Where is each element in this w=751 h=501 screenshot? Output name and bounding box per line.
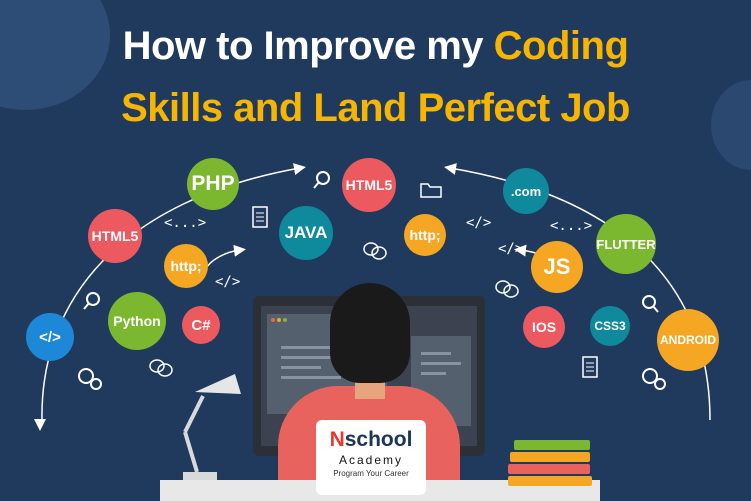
document-icon xyxy=(582,356,598,378)
logo-subtitle: Academy xyxy=(338,453,404,467)
gear-icon xyxy=(642,368,666,390)
book-stack xyxy=(508,440,594,488)
ios-bubble: IOS xyxy=(523,306,565,348)
logo-brand-rest: school xyxy=(344,428,413,451)
ios-label: IOS xyxy=(531,319,557,335)
document-icon xyxy=(252,206,268,228)
csharp-label: C# xyxy=(191,316,211,334)
com-label: .com xyxy=(510,183,542,199)
flutter-label: FLUTTER xyxy=(596,236,656,252)
js-label: JS xyxy=(543,254,571,279)
close-tag-symbol: </> xyxy=(466,215,492,231)
close-tag-symbol: </> xyxy=(498,241,524,257)
css3-label: CSS3 xyxy=(594,319,626,333)
python-label: Python xyxy=(113,313,161,329)
code-tag-bubble: </> xyxy=(26,313,74,361)
search-icon xyxy=(642,295,659,313)
html5-label: HTML5 xyxy=(345,177,393,193)
logo-brand: Nschool xyxy=(316,428,426,452)
chat-icon xyxy=(495,280,519,298)
php-bubble: PHP xyxy=(187,158,239,210)
book xyxy=(510,452,590,462)
java-label: JAVA xyxy=(284,223,328,242)
http-label: http; xyxy=(409,227,441,243)
book xyxy=(508,476,592,486)
android-label: ANDROID xyxy=(660,333,716,347)
code-tag-label: </> xyxy=(39,328,61,346)
book xyxy=(514,440,590,450)
logo-tagline: Program Your Career xyxy=(333,469,409,478)
com-bubble: .com xyxy=(503,168,549,214)
illustration-scene: How to Improve my Coding Skills and Land… xyxy=(0,0,751,501)
html5-bubble-top: HTML5 xyxy=(342,158,396,212)
tag-dots-symbol: <...> xyxy=(550,218,593,234)
js-bubble: JS xyxy=(531,241,583,293)
html5-label: HTML5 xyxy=(91,228,139,244)
flutter-bubble: FLUTTER xyxy=(596,214,656,274)
html5-bubble-left: HTML5 xyxy=(88,209,142,263)
desk-lamp-icon xyxy=(183,374,241,480)
java-bubble: JAVA xyxy=(279,206,333,260)
http-label: http; xyxy=(170,258,202,274)
python-bubble: Python xyxy=(108,292,166,350)
php-label: PHP xyxy=(191,172,235,195)
close-tag-symbol: </> xyxy=(215,274,241,290)
tag-dots-symbol: <...> xyxy=(164,215,207,231)
gear-icon xyxy=(78,368,102,390)
http-bubble-left: http; xyxy=(164,244,208,288)
css3-bubble: CSS3 xyxy=(590,306,630,346)
logo-brand-n: N xyxy=(329,428,345,451)
chat-icon xyxy=(363,242,387,260)
folder-icon xyxy=(420,183,442,198)
http-bubble-mid: http; xyxy=(404,214,446,256)
android-bubble: ANDROID xyxy=(657,309,719,371)
book xyxy=(508,464,590,474)
search-icon xyxy=(83,292,100,310)
search-icon xyxy=(313,171,330,189)
person-head xyxy=(330,283,410,383)
nschool-logo: Nschool Academy Program Your Career xyxy=(316,420,426,495)
csharp-bubble: C# xyxy=(182,306,220,344)
